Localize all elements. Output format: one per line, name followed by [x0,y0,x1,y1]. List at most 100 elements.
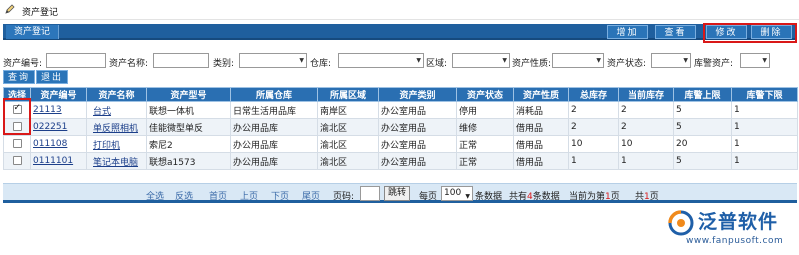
code-filter-input[interactable] [46,53,106,68]
current-page-text: 当前为第1页 [569,192,620,202]
area-cell: 南岸区 [317,101,379,119]
warehouse-filter-label: 仓库: [310,59,332,69]
alert-filter-label: 库警资产: [694,59,734,69]
asset-table: 选择 资产编号 资产名称 资产型号 所属仓库 所属区域 资产类别 资产状态 资产… [3,87,798,170]
code-filter-label: 资产编号: [3,59,43,69]
col-header-name[interactable]: 资产名称 [86,87,147,102]
query-button[interactable]: 查询 [3,70,36,84]
row-checkbox[interactable] [12,139,22,148]
nature-filter-label: 资产性质: [512,59,552,69]
asset-model-cell: 联想一体机 [146,101,231,119]
col-header-current[interactable]: 当前库存 [618,87,674,102]
select-cell [3,152,31,170]
col-header-lower[interactable]: 库警下限 [731,87,798,102]
alert-filter-select[interactable] [740,53,770,68]
upper-limit-cell: 5 [673,118,732,136]
asset-name-cell[interactable]: 笔记本电脑 [86,152,147,170]
invert-selection-link[interactable]: 反选 [175,189,193,202]
next-page-link[interactable]: 下页 [271,189,289,202]
category-cell: 办公室用品 [378,135,457,153]
warehouse-filter-select[interactable] [338,53,424,68]
category-cell: 办公室用品 [378,101,457,119]
upper-limit-cell: 20 [673,135,732,153]
asset-name-cell[interactable]: 打印机 [86,135,147,153]
asset-code-cell[interactable]: 011108 [30,135,87,153]
lower-limit-cell: 1 [731,135,798,153]
prev-page-link[interactable]: 上页 [240,189,258,202]
section-tab[interactable]: 资产登记 [6,25,60,39]
warehouse-cell: 日常生活用品库 [230,101,318,119]
table-row[interactable]: 011108 打印机 索尼2 办公用品库 渝北区 办公室用品 正常 借用品 10 10 20 1 [3,135,798,153]
add-button[interactable]: 增加 [607,25,648,39]
upper-limit-cell: 5 [673,152,732,170]
asset-name-cell[interactable]: 单反照相机 [86,118,147,136]
current-stock-cell: 1 [618,152,674,170]
jump-button[interactable]: 跳转 [384,186,410,201]
lower-limit-cell: 1 [731,152,798,170]
nature-cell: 消耗品 [513,101,569,119]
total-stock-cell: 10 [568,135,619,153]
current-stock-cell: 2 [618,101,674,119]
name-filter-label: 资产名称: [109,59,149,69]
per-page-value: 100 [444,188,462,198]
total-stock-cell: 2 [568,101,619,119]
area-cell: 渝北区 [317,152,379,170]
per-page-suffix: 条数据 [475,192,503,202]
col-header-code[interactable]: 资产编号 [30,87,87,102]
col-header-upper[interactable]: 库警上限 [673,87,732,102]
last-page-link[interactable]: 尾页 [302,189,320,202]
status-filter-select[interactable] [651,53,691,68]
category-filter-label: 类别: [213,59,235,69]
col-header-area[interactable]: 所属区域 [317,87,379,102]
view-button[interactable]: 查看 [655,25,696,39]
col-header-warehouse[interactable]: 所属仓库 [230,87,318,102]
total-pages-text: 共1页 [635,192,659,202]
status-cell: 正常 [456,135,514,153]
total-stock-cell: 1 [568,152,619,170]
asset-name-cell[interactable]: 台式 [86,101,147,119]
name-filter-input[interactable] [153,53,209,68]
status-filter-label: 资产状态: [607,59,647,69]
nature-cell: 借用品 [513,135,569,153]
nature-cell: 借用品 [513,152,569,170]
table-row[interactable]: 0111101 笔记本电脑 联想a1573 办公用品库 渝北区 办公室用品 正常 借用品 1 1 5… [3,152,798,170]
fanpu-logo-icon [668,210,694,236]
logo-url-text: www.fanpusoft.com [686,236,784,246]
filter-bar: 资产编号: 资产名称: 类别: 仓库: 区域: 资产性质: 资产状态: 库警资产… [3,53,797,69]
lower-limit-cell: 1 [731,118,798,136]
select-all-link[interactable]: 全选 [146,189,164,202]
category-filter-select[interactable] [239,53,307,68]
area-filter-label: 区域: [426,59,448,69]
first-page-link[interactable]: 首页 [209,189,227,202]
per-page-select[interactable]: 100 [441,186,473,203]
asset-model-cell: 索尼2 [146,135,231,153]
category-cell: 办公室用品 [378,118,457,136]
warehouse-cell: 办公用品库 [230,152,318,170]
asset-code-cell[interactable]: 022251 [30,118,87,136]
total-stock-cell: 2 [568,118,619,136]
category-cell: 办公室用品 [378,152,457,170]
area-cell: 渝北区 [317,135,379,153]
page-number-input[interactable] [360,186,380,201]
col-header-nature[interactable]: 资产性质 [513,87,569,102]
company-logo: 泛普软件 www.fanpusoft.com [666,206,794,252]
col-header-category[interactable]: 资产类别 [378,87,457,102]
nature-cell: 借用品 [513,118,569,136]
col-header-total[interactable]: 总库存 [568,87,619,102]
area-filter-select[interactable] [452,53,510,68]
nature-filter-select[interactable] [552,53,604,68]
status-cell: 维修 [456,118,514,136]
total-count-text: 共有4条数据 [509,192,560,202]
row-checkbox[interactable] [12,156,22,165]
asset-code-cell[interactable]: 21113 [30,101,87,119]
table-row[interactable]: 022251 单反照相机 佳能微型单反 办公用品库 渝北区 办公室用品 维修 借用品 2 2 5 1 [3,118,798,136]
page-title: 资产登记 [22,8,59,18]
col-header-model[interactable]: 资产型号 [146,87,231,102]
area-cell: 渝北区 [317,118,379,136]
asset-code-cell[interactable]: 0111101 [30,152,87,170]
toolbar: 资产登记 增加 查看 修改 删除 [3,24,797,40]
table-row[interactable]: 21113台式联想一体机日常生活用品库南岸区办公室用品停用消耗品2251 [3,101,798,119]
col-header-status[interactable]: 资产状态 [456,87,514,102]
upper-limit-cell: 5 [673,101,732,119]
exit-button[interactable]: 退出 [36,70,69,84]
